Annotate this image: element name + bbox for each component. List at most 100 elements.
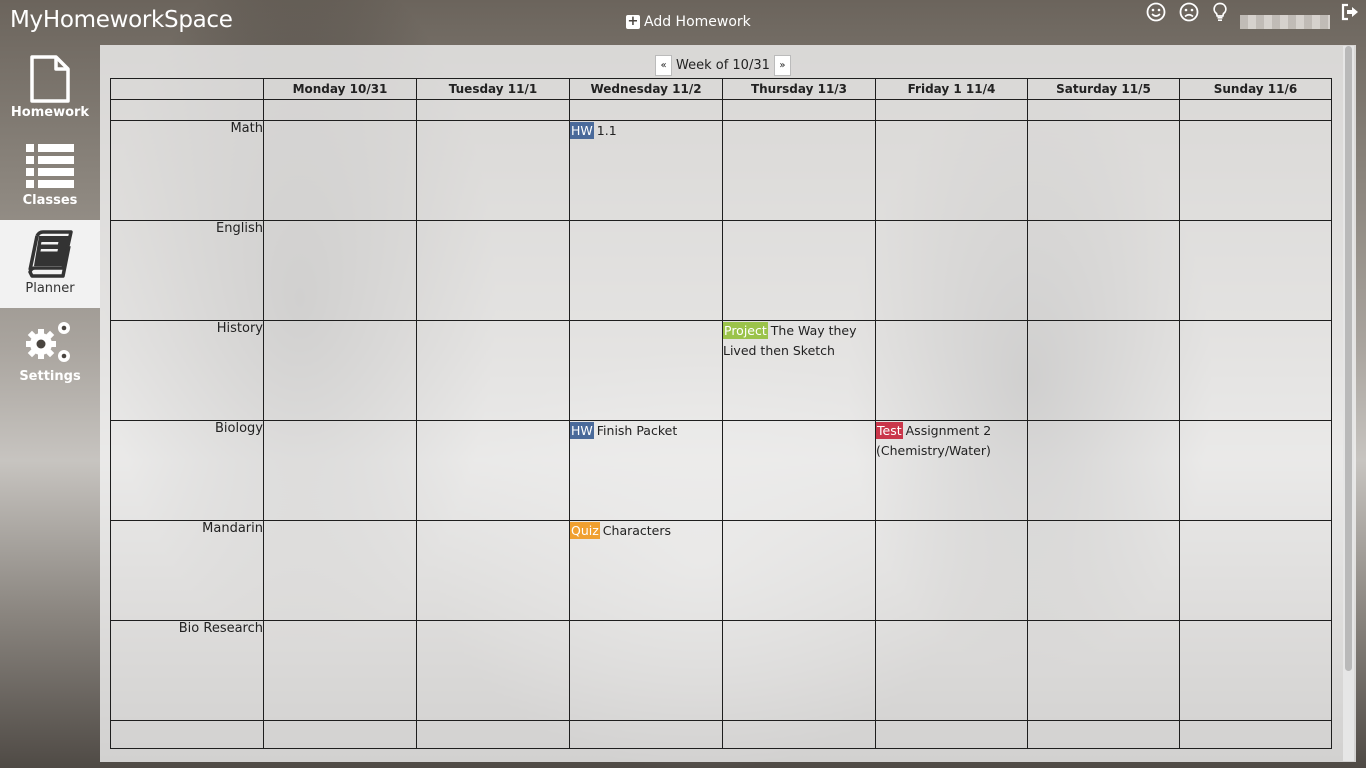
user-name-redacted[interactable] bbox=[1240, 15, 1330, 29]
week-navigator: « Week of 10/31 » bbox=[655, 55, 791, 76]
planner-cell[interactable] bbox=[875, 120, 1028, 221]
planner-cell[interactable] bbox=[1027, 620, 1180, 721]
planner-cell[interactable] bbox=[875, 520, 1028, 621]
planner-cell[interactable] bbox=[1179, 99, 1332, 121]
planner-cell[interactable] bbox=[1179, 420, 1332, 521]
day-header: Wednesday 11/2 bbox=[569, 78, 723, 100]
planner-cell[interactable]: HW Finish Packet bbox=[569, 420, 723, 521]
planner-cell[interactable]: Test Assignment 2 (Chemistry/Water) bbox=[875, 420, 1028, 521]
planner-cell[interactable] bbox=[569, 320, 723, 421]
planner-cell[interactable] bbox=[1027, 520, 1180, 621]
planner-cell[interactable] bbox=[1027, 420, 1180, 521]
planner-cell[interactable] bbox=[875, 620, 1028, 721]
planner-cell[interactable] bbox=[1179, 120, 1332, 221]
planner-cell[interactable] bbox=[722, 99, 876, 121]
planner-cell[interactable] bbox=[416, 720, 570, 749]
homework-item[interactable]: HW Finish Packet bbox=[570, 421, 722, 441]
planner-cell[interactable] bbox=[569, 99, 723, 121]
app-title[interactable]: MyHomeworkSpace bbox=[10, 7, 233, 33]
planner-cell[interactable] bbox=[1179, 720, 1332, 749]
planner-cell[interactable] bbox=[1179, 520, 1332, 621]
planner-cell[interactable] bbox=[1027, 220, 1180, 321]
frown-icon[interactable] bbox=[1177, 0, 1201, 24]
planner-cell[interactable] bbox=[263, 120, 417, 221]
planner-cell[interactable] bbox=[416, 120, 570, 221]
planner-cell[interactable] bbox=[722, 120, 876, 221]
planner-cell[interactable] bbox=[416, 420, 570, 521]
top-bar: MyHomeworkSpace + Add Homework bbox=[0, 0, 1366, 44]
planner-cell[interactable] bbox=[1179, 620, 1332, 721]
planner-cell[interactable] bbox=[416, 620, 570, 721]
day-header: Sunday 11/6 bbox=[1179, 78, 1332, 100]
planner-cell[interactable] bbox=[263, 420, 417, 521]
planner-cell[interactable] bbox=[263, 99, 417, 121]
planner-cell[interactable] bbox=[263, 620, 417, 721]
planner-cell[interactable] bbox=[569, 220, 723, 321]
planner-cell[interactable] bbox=[1179, 320, 1332, 421]
lightbulb-icon[interactable] bbox=[1208, 0, 1232, 24]
sidebar-item-label: Classes bbox=[22, 193, 78, 208]
planner-cell[interactable] bbox=[1027, 99, 1180, 121]
class-column-header bbox=[110, 78, 264, 100]
add-homework-label: Add Homework bbox=[644, 14, 751, 30]
logout-icon[interactable] bbox=[1338, 0, 1362, 24]
type-tag: Test bbox=[876, 422, 903, 439]
class-row: Biology HW Finish Packet Test Assignment 2 (… bbox=[110, 420, 1332, 521]
class-row: Math HW 1.1 bbox=[110, 120, 1332, 221]
class-row: English bbox=[110, 220, 1332, 321]
previous-week-button[interactable]: « bbox=[655, 55, 672, 76]
planner-cell[interactable] bbox=[416, 520, 570, 621]
plus-icon: + bbox=[626, 14, 640, 29]
planner-cell[interactable] bbox=[110, 99, 264, 121]
smile-icon[interactable] bbox=[1144, 0, 1168, 24]
planner-cell[interactable] bbox=[875, 320, 1028, 421]
sidebar-item-classes[interactable]: Classes bbox=[0, 132, 100, 220]
planner-cell[interactable] bbox=[722, 720, 876, 749]
planner-cell[interactable]: Project The Way they Lived then Sketch bbox=[722, 320, 876, 421]
list-icon bbox=[26, 144, 74, 188]
add-homework-button[interactable]: + Add Homework bbox=[626, 12, 751, 32]
homework-title: Finish Packet bbox=[596, 423, 678, 438]
planner-cell[interactable] bbox=[569, 720, 723, 749]
planner-cell[interactable] bbox=[263, 520, 417, 621]
planner-cell[interactable] bbox=[722, 620, 876, 721]
sidebar-item-planner[interactable]: Planner bbox=[0, 220, 100, 308]
planner-cell[interactable] bbox=[1027, 320, 1180, 421]
sidebar-item-homework[interactable]: Homework bbox=[0, 44, 100, 132]
sidebar-item-label: Settings bbox=[19, 369, 81, 384]
planner-cell[interactable] bbox=[569, 620, 723, 721]
planner-cell[interactable] bbox=[416, 320, 570, 421]
planner-cell[interactable] bbox=[263, 320, 417, 421]
class-row bbox=[110, 720, 1332, 749]
homework-title: Characters bbox=[602, 523, 672, 538]
planner-cell[interactable] bbox=[1027, 120, 1180, 221]
planner-cell[interactable] bbox=[416, 99, 570, 121]
planner-cell[interactable] bbox=[875, 220, 1028, 321]
planner-cell[interactable] bbox=[263, 720, 417, 749]
planner-table: Monday 10/31 Tuesday 11/1 Wednesday 11/2… bbox=[110, 78, 1332, 749]
class-row: History Project The Way they Lived then Sk… bbox=[110, 320, 1332, 421]
sidebar-item-settings[interactable]: Settings bbox=[0, 308, 100, 396]
planner-cell[interactable] bbox=[875, 720, 1028, 749]
planner-cell[interactable] bbox=[263, 220, 417, 321]
planner-cell[interactable] bbox=[722, 220, 876, 321]
homework-item[interactable]: Project The Way they Lived then Sketch bbox=[723, 321, 875, 361]
planner-cell[interactable] bbox=[1027, 720, 1180, 749]
next-week-button[interactable]: » bbox=[773, 55, 791, 76]
scrollbar-thumb[interactable] bbox=[1345, 46, 1352, 671]
planner-cell[interactable] bbox=[722, 420, 876, 521]
homework-item[interactable]: HW 1.1 bbox=[570, 121, 722, 141]
planner-cell[interactable] bbox=[416, 220, 570, 321]
homework-item[interactable]: Test Assignment 2 (Chemistry/Water) bbox=[876, 421, 1027, 461]
homework-item[interactable]: Quiz Characters bbox=[570, 521, 722, 541]
planner-cell[interactable] bbox=[875, 99, 1028, 121]
class-name: English bbox=[110, 220, 264, 321]
planner-cell[interactable] bbox=[722, 520, 876, 621]
planner-cell[interactable]: Quiz Characters bbox=[569, 520, 723, 621]
planner-cell[interactable] bbox=[110, 720, 264, 749]
day-header: Friday 1 11/4 bbox=[875, 78, 1028, 100]
planner-cell[interactable] bbox=[1179, 220, 1332, 321]
class-name: History bbox=[110, 320, 264, 421]
planner-cell[interactable]: HW 1.1 bbox=[569, 120, 723, 221]
day-header: Saturday 11/5 bbox=[1027, 78, 1180, 100]
